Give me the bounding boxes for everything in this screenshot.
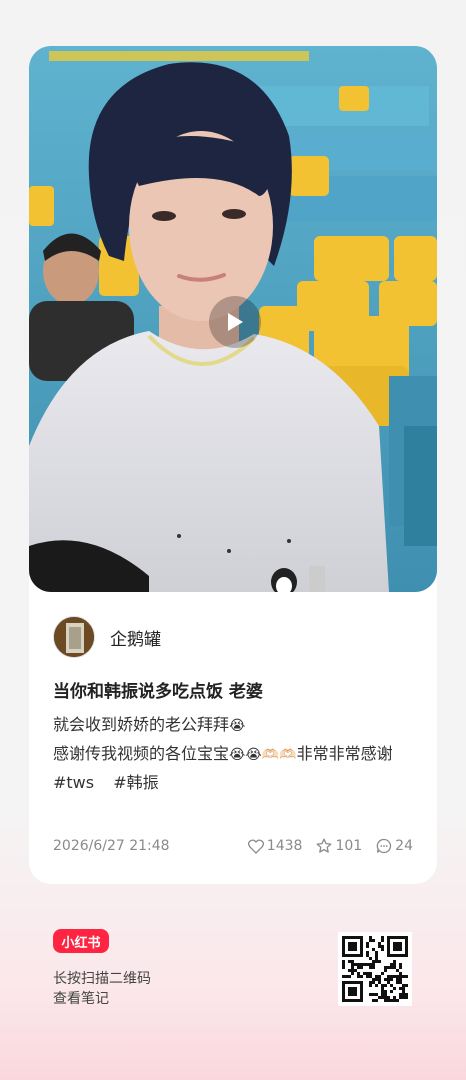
collect-count: 101 (335, 838, 363, 854)
author-name[interactable]: 企鹅罐 (110, 625, 161, 650)
heart-icon (247, 838, 264, 854)
note-description: 就会收到娇娇的老公拜拜😭 感谢传我视频的各位宝宝😭😭🫶🏻🫶🏻非常非常感谢 #tw… (53, 711, 421, 797)
avatar[interactable] (53, 616, 95, 658)
star-icon (316, 838, 332, 853)
tag-link[interactable]: #韩振 (113, 773, 158, 792)
play-button[interactable] (209, 296, 261, 348)
comment-count: 24 (395, 838, 413, 854)
tag-list: #tws #韩振 (53, 769, 421, 797)
like-count: 1438 (266, 838, 303, 854)
qr-code-image (342, 936, 408, 1002)
author-info[interactable]: 企鹅罐 (53, 616, 161, 658)
post-date: 2026/6/27 21:48 (53, 838, 170, 854)
xiaohongshu-logo: 小红书 (53, 929, 109, 953)
qr-code[interactable] (338, 932, 412, 1006)
crying-emoji-icon: 😭😭 (229, 747, 262, 763)
footer-instructions: 长按扫描二维码 查看笔记 (53, 969, 151, 1009)
note-card: 企鹅罐 当你和韩振说多吃点饭 老婆 就会收到娇娇的老公拜拜😭 感谢传我视频的各位… (29, 46, 437, 884)
comment-icon (376, 838, 392, 854)
scan-qr-text: 长按扫描二维码 (53, 971, 151, 987)
video-cover[interactable] (29, 46, 437, 592)
note-meta: 2026/6/27 21:48 1438 101 24 (53, 836, 413, 856)
play-icon (228, 313, 243, 331)
crying-emoji-icon: 😭 (229, 718, 246, 734)
tag-link[interactable]: #tws (53, 773, 94, 792)
comment-button[interactable]: 24 (376, 838, 413, 854)
note-title: 当你和韩振说多吃点饭 老婆 (53, 682, 263, 702)
heart-hands-emoji-icon: 🫶🏻🫶🏻 (261, 747, 297, 763)
view-note-text: 查看笔记 (53, 991, 109, 1007)
desc-line-2: 感谢传我视频的各位宝宝😭😭🫶🏻🫶🏻非常非常感谢 (53, 744, 393, 763)
desc-line-1: 就会收到娇娇的老公拜拜😭 (53, 715, 246, 734)
like-button[interactable]: 1438 (247, 838, 303, 854)
collect-button[interactable]: 101 (316, 838, 362, 854)
